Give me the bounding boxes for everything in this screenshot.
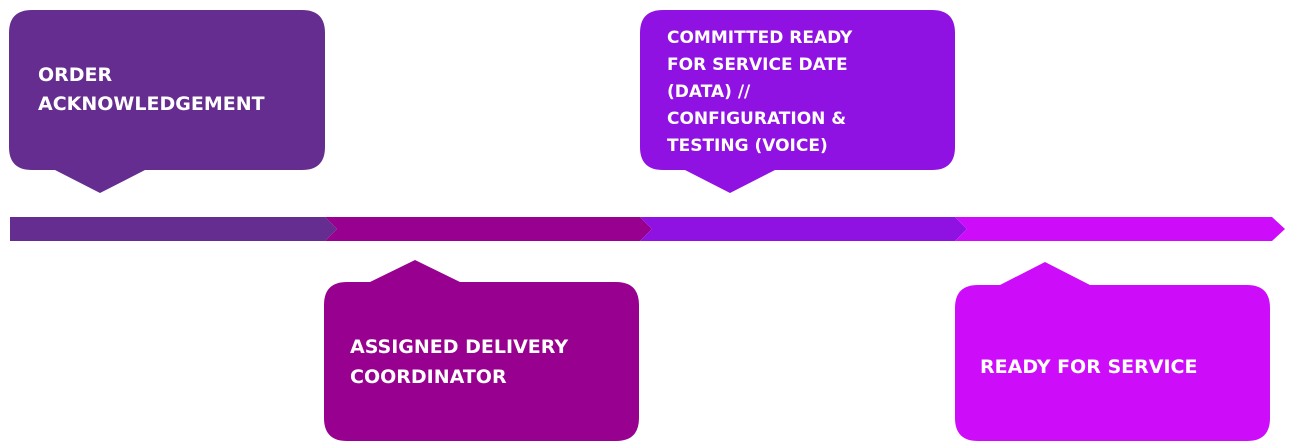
callout-order-acknowledgement: ORDER ACKNOWLEDGEMENT (9, 10, 325, 193)
timeline-svg: ORDER ACKNOWLEDGEMENT ASSIGNED DELIVERY … (9, 10, 1285, 441)
callout-committed-ready-for-service-date: COMMITTED READY FOR SERVICE DATE (DATA) … (640, 10, 955, 193)
callout-text-line: ORDER (38, 64, 113, 86)
callout-text-line: COMMITTED READY (667, 28, 853, 48)
callout-text-line: ASSIGNED DELIVERY (350, 336, 568, 358)
callout-box-ready-for-service (955, 262, 1270, 441)
svg-text:READY FOR SERVICE: READY FOR SERVICE (980, 356, 1197, 378)
callout-text-line: READY FOR SERVICE (980, 356, 1197, 378)
timeline-diagram: ORDER ACKNOWLEDGEMENT ASSIGNED DELIVERY … (0, 0, 1294, 441)
callout-ready-for-service: READY FOR SERVICE (955, 262, 1270, 441)
callout-text-line: TESTING (VOICE) (667, 136, 828, 156)
callout-assigned-delivery-coordinator: ASSIGNED DELIVERY COORDINATOR (324, 260, 639, 441)
timeline-segment-1 (10, 217, 337, 241)
timeline-bar (10, 217, 1285, 241)
callout-text-line: (DATA) // (667, 82, 751, 102)
timeline-segment-3 (640, 217, 967, 241)
callout-text-line: FOR SERVICE DATE (667, 55, 848, 75)
callout-text-line: COORDINATOR (350, 366, 507, 388)
callout-text-line: ACKNOWLEDGEMENT (38, 93, 265, 115)
callout-text-line: CONFIGURATION & (667, 109, 846, 129)
timeline-segment-2 (325, 217, 652, 241)
timeline-segment-4 (955, 217, 1285, 241)
